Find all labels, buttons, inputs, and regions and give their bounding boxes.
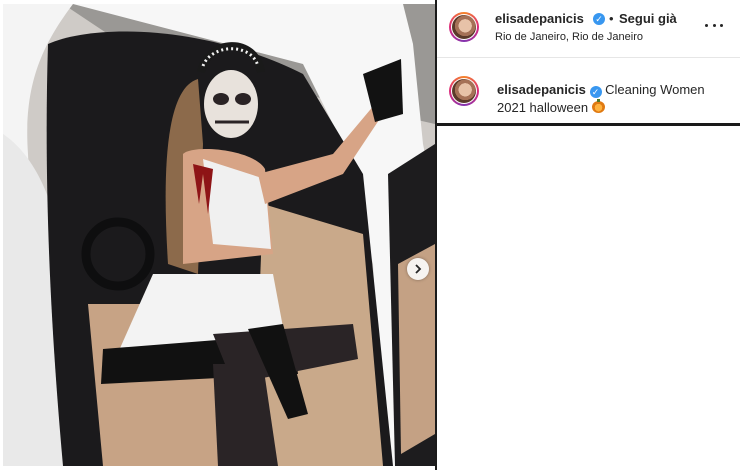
verified-badge-icon: ✓ — [589, 86, 602, 98]
caption: elisadepanicis ✓ Cleaning Women 2021 hal… — [497, 81, 727, 117]
follow-button[interactable]: Segui già — [619, 11, 677, 26]
more-dot — [720, 23, 723, 27]
avatar-frame — [451, 14, 477, 40]
header-username[interactable]: elisadepanicis — [495, 11, 584, 26]
pumpkin-icon — [591, 99, 605, 113]
post-info-panel: elisadepanicis ✓ • Segui già Rio de Jane… — [437, 0, 740, 126]
carousel-next-button[interactable] — [407, 258, 429, 280]
post-photo-illustration — [3, 4, 435, 466]
more-horizontal-icon — [705, 23, 708, 27]
avatar-frame — [451, 78, 477, 104]
avatar-image — [452, 79, 476, 103]
verified-badge-icon: ✓ — [593, 13, 605, 25]
avatar-image — [452, 15, 476, 39]
post-image[interactable] — [3, 4, 435, 466]
caption-avatar[interactable] — [449, 76, 479, 106]
more-options-button[interactable] — [705, 18, 723, 32]
avatar[interactable] — [449, 12, 479, 42]
header-separator: • — [609, 11, 614, 26]
caption-username[interactable]: elisadepanicis — [497, 82, 586, 97]
location-link[interactable]: Rio de Janeiro, Rio de Janeiro — [495, 31, 643, 43]
post-header: elisadepanicis ✓ • Segui già Rio de Jane… — [437, 0, 740, 58]
more-dot — [712, 23, 716, 27]
chevron-right-icon — [415, 264, 422, 274]
